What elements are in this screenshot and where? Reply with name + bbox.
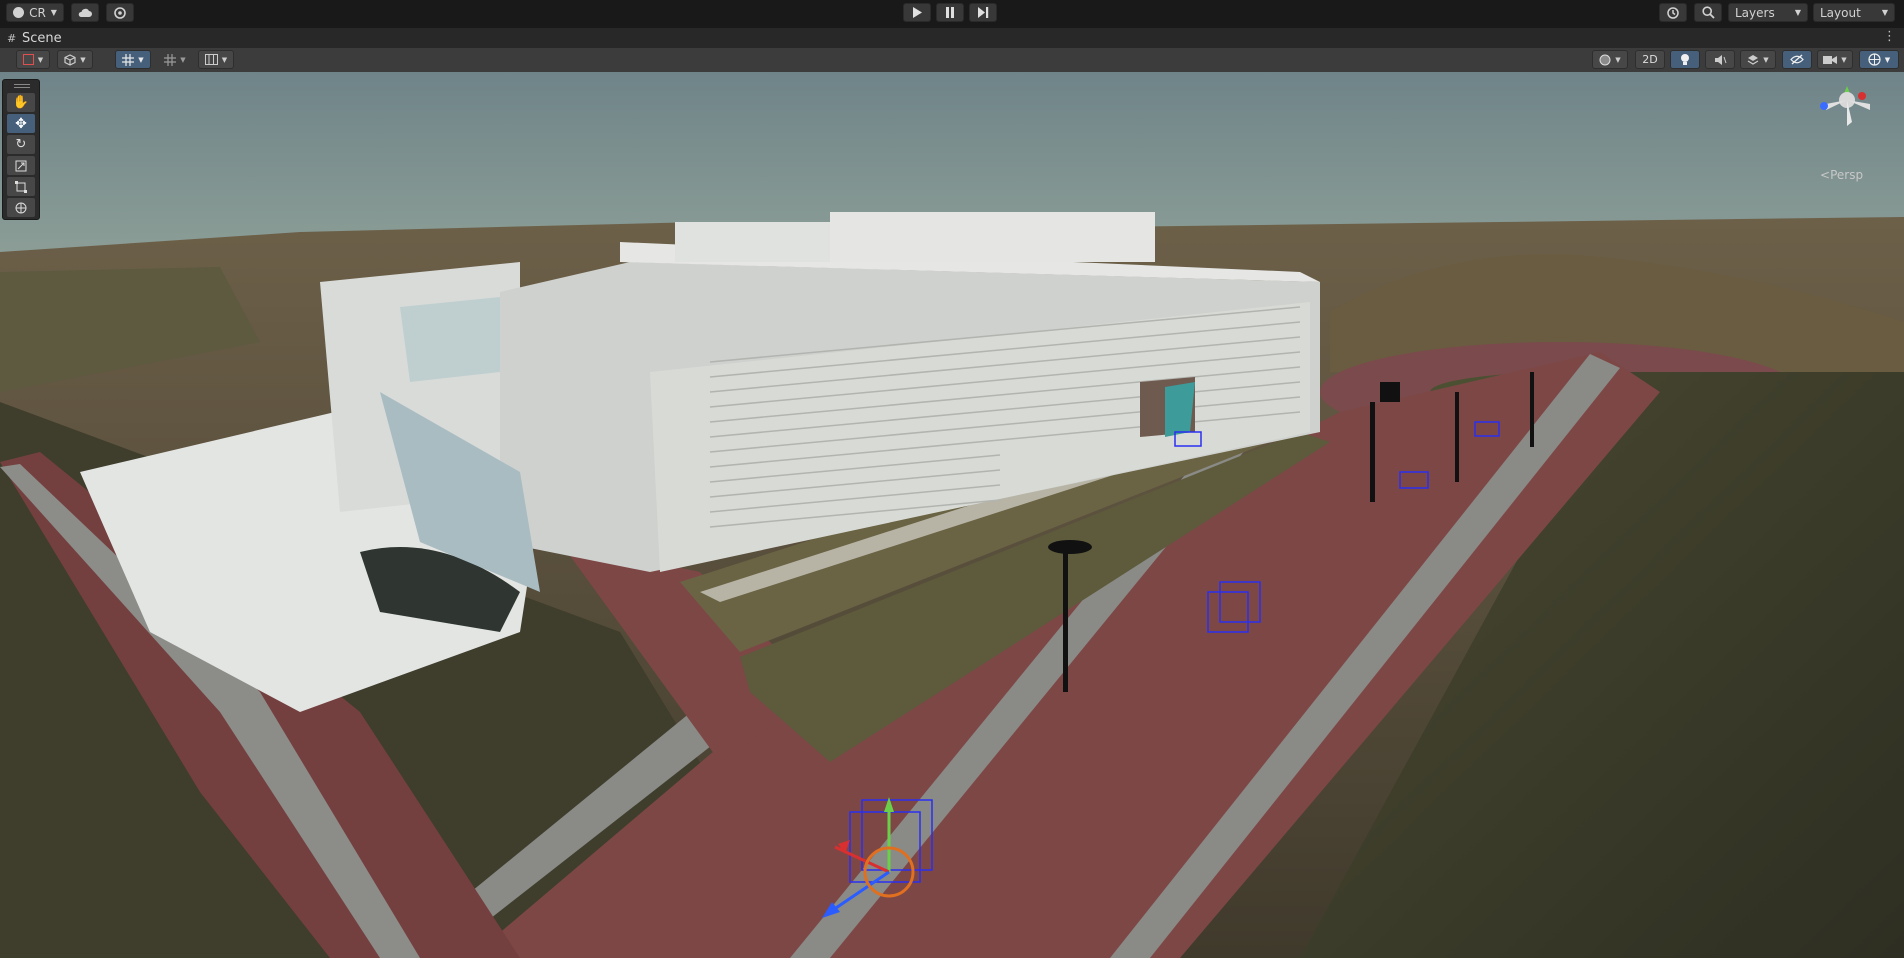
layout-dropdown[interactable]: Layout ▼ bbox=[1813, 3, 1895, 22]
draw-mode-dropdown[interactable]: ▼ bbox=[16, 50, 50, 69]
scene-view-toolbar: ▼ ▼ ▼ ▼ ▼ ▼ 2D ▼ ▼ ▼ bbox=[0, 48, 1904, 73]
gizmo-globe-icon bbox=[1868, 53, 1881, 66]
more-menu-icon[interactable]: ⋮ bbox=[1883, 29, 1896, 44]
hand-tool-button[interactable]: ✋ bbox=[7, 93, 35, 112]
chevron-down-icon: ▼ bbox=[1884, 55, 1891, 64]
chevron-down-icon: ▼ bbox=[1881, 8, 1888, 17]
chevron-down-icon: ▼ bbox=[1794, 8, 1801, 17]
layout-label: Layout bbox=[1820, 5, 1861, 20]
scale-tool-button[interactable] bbox=[7, 156, 35, 175]
view-options-dropdown[interactable]: ▼ bbox=[57, 50, 93, 69]
grid-icon bbox=[164, 53, 177, 66]
shaded-mode-icon bbox=[22, 54, 34, 65]
play-button[interactable] bbox=[903, 3, 931, 22]
chevron-down-icon: ▼ bbox=[180, 55, 186, 64]
pause-icon bbox=[946, 7, 954, 18]
chevron-down-icon: ▼ bbox=[1841, 55, 1847, 64]
eye-slash-icon bbox=[1790, 54, 1804, 65]
overlay-drag-handle[interactable] bbox=[14, 84, 30, 88]
hidden-objects-toggle[interactable] bbox=[1782, 50, 1812, 69]
scene-viewport[interactable]: ✋ ✥ ↻ <Persp bbox=[0, 72, 1904, 958]
camera-dropdown[interactable]: ▼ bbox=[1817, 50, 1853, 69]
transform-tool-button[interactable] bbox=[7, 198, 35, 217]
2d-label: 2D bbox=[1642, 53, 1658, 66]
account-label: CR bbox=[29, 5, 46, 20]
cloud-button[interactable] bbox=[71, 3, 99, 22]
account-dropdown[interactable]: CR ▼ bbox=[6, 3, 64, 22]
search-button[interactable] bbox=[1694, 3, 1722, 22]
chevron-down-icon: ▼ bbox=[37, 55, 44, 64]
chevron-down-icon: ▼ bbox=[1763, 55, 1769, 64]
play-icon bbox=[913, 7, 922, 18]
cube-icon bbox=[64, 53, 76, 66]
audio-icon bbox=[1714, 54, 1726, 65]
history-icon bbox=[1667, 6, 1679, 19]
grid-visibility-dropdown[interactable]: ▼ bbox=[157, 50, 193, 69]
layers-dropdown[interactable]: Layers ▼ bbox=[1728, 3, 1808, 22]
rotate-tool-button[interactable]: ↻ bbox=[7, 135, 35, 154]
projection-arrow-icon: < bbox=[1820, 168, 1831, 182]
step-button[interactable] bbox=[969, 3, 997, 22]
scene-render bbox=[0, 72, 1904, 958]
sphere-icon bbox=[1599, 54, 1611, 65]
chevron-down-icon: ▼ bbox=[80, 55, 86, 64]
main-toolbar: CR ▼ Layers ▼ Layout ▼ bbox=[0, 0, 1904, 27]
rect-transform-icon bbox=[15, 180, 27, 193]
snap-increment-icon bbox=[204, 54, 218, 65]
2d-toggle[interactable]: 2D bbox=[1635, 50, 1665, 69]
grid-snap-toggle[interactable]: ▼ bbox=[115, 50, 151, 69]
increment-snap-dropdown[interactable]: ▼ bbox=[198, 50, 234, 69]
projection-label[interactable]: <Persp bbox=[1820, 168, 1863, 182]
scene-tab-title[interactable]: Scene bbox=[22, 31, 62, 46]
light-bulb-icon bbox=[1681, 54, 1689, 65]
scene-tab-icon: # bbox=[7, 32, 17, 45]
transform-icon bbox=[15, 202, 27, 213]
lighting-toggle[interactable] bbox=[1670, 50, 1700, 69]
chevron-down-icon: ▼ bbox=[1615, 55, 1621, 64]
step-icon bbox=[978, 7, 989, 18]
pause-button[interactable] bbox=[936, 3, 964, 22]
account-icon bbox=[13, 7, 25, 18]
search-icon bbox=[1701, 6, 1715, 19]
scale-icon bbox=[15, 160, 27, 171]
move-icon: ✥ bbox=[15, 115, 27, 132]
gizmos-dropdown[interactable]: ▼ bbox=[1859, 50, 1899, 69]
collab-button[interactable] bbox=[106, 3, 134, 22]
history-button[interactable] bbox=[1659, 3, 1687, 22]
layers-stack-icon bbox=[1747, 54, 1759, 65]
camera-icon bbox=[1823, 55, 1838, 64]
layers-label: Layers bbox=[1735, 5, 1775, 20]
move-tool-button[interactable]: ✥ bbox=[7, 114, 35, 133]
scene-tab-bar: # Scene ⋮ bbox=[0, 27, 1904, 49]
chevron-down-icon: ▼ bbox=[138, 55, 144, 64]
cloud-icon bbox=[78, 8, 92, 17]
chevron-down-icon: ▼ bbox=[50, 8, 57, 17]
grid-snap-icon bbox=[122, 53, 135, 66]
rotate-icon: ↻ bbox=[15, 137, 27, 152]
shading-dropdown[interactable]: ▼ bbox=[1592, 50, 1628, 69]
audio-toggle[interactable] bbox=[1705, 50, 1735, 69]
collab-icon bbox=[114, 6, 126, 19]
orientation-gizmo[interactable] bbox=[1812, 72, 1882, 152]
effects-dropdown[interactable]: ▼ bbox=[1740, 50, 1776, 69]
rect-tool-button[interactable] bbox=[7, 177, 35, 196]
hand-icon: ✋ bbox=[12, 95, 30, 110]
tools-overlay: ✋ ✥ ↻ bbox=[2, 79, 40, 220]
axis-cube-icon bbox=[1820, 86, 1870, 126]
chevron-down-icon: ▼ bbox=[221, 55, 228, 64]
